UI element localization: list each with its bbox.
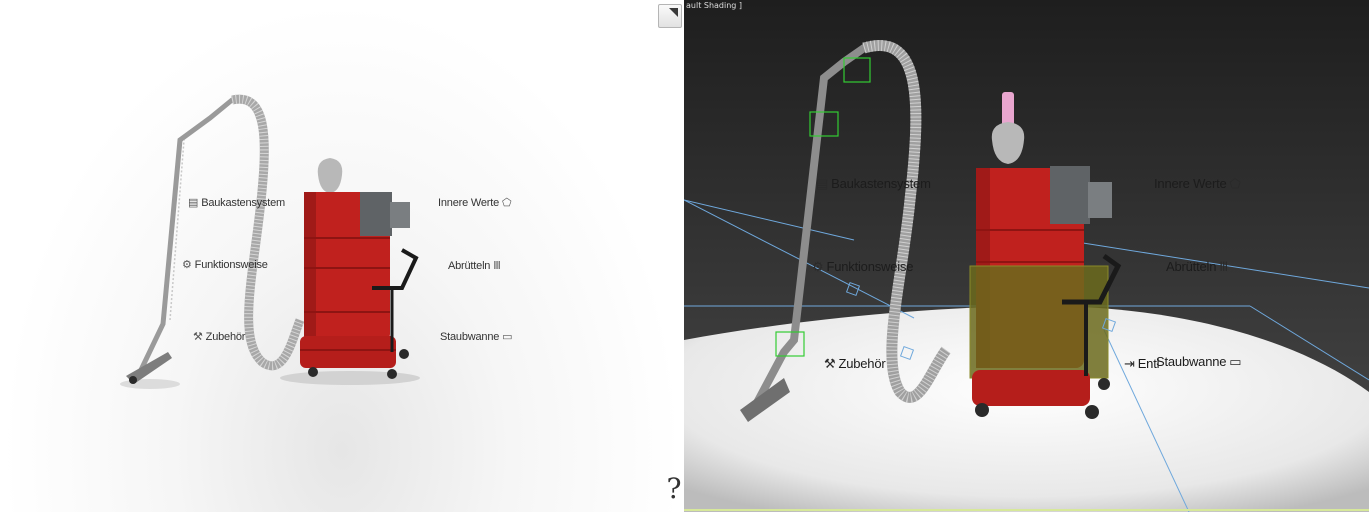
hotspot-baukastensystem[interactable]: ▤ Baukastensystem <box>816 176 931 191</box>
viewport-toggle-button[interactable] <box>658 4 682 28</box>
hotspot-entleeren[interactable]: ⇥ Entl <box>1124 356 1160 371</box>
hotspot-funktionsweise[interactable]: ⚙ Funktionsweise <box>182 259 268 271</box>
hotspot-innere-werte[interactable]: Innere Werte ⬠ <box>1154 176 1241 191</box>
hotspot-label: Baukastensystem <box>201 197 286 209</box>
pentagon-icon: ⬠ <box>501 196 512 209</box>
hotspot-staubwanne[interactable]: Staubwanne ▭ <box>1156 354 1242 369</box>
hotspot-label: Funktionsweise <box>194 259 268 271</box>
question-mark-icon: ? <box>666 472 682 505</box>
hotspot-abruetteln[interactable]: Abrütteln Ⅲ <box>448 260 501 272</box>
left-viewport[interactable]: ▤ Baukastensystem ⚙ Funktionsweise ⚒ Zub… <box>0 0 684 512</box>
empty-icon: ⇥ <box>1124 356 1135 371</box>
help-button[interactable]: ? <box>664 474 684 504</box>
shaker-icon: Ⅲ <box>1219 259 1228 274</box>
hotspot-abruetteln[interactable]: Abrütteln Ⅲ <box>1166 259 1228 274</box>
hotspot-funktionsweise[interactable]: ⚙ Funktionsweise <box>812 259 913 274</box>
hotspot-zubehoer[interactable]: ⚒ Zubehör <box>193 331 245 343</box>
gears-icon: ⚙ <box>812 259 824 274</box>
viewport-shading-title: ault Shading ] <box>686 1 743 10</box>
pentagon-icon: ⬠ <box>1229 176 1241 191</box>
hotspot-innere-werte[interactable]: Innere Werte ⬠ <box>438 196 512 209</box>
tray-icon: ▭ <box>1229 354 1242 369</box>
hotspot-label: Abrütteln <box>1166 259 1217 274</box>
corner-arrow-icon <box>669 8 678 17</box>
hotspot-label: Staubwanne <box>1156 354 1227 369</box>
hotspot-label: Innere Werte <box>1154 176 1227 191</box>
hotspot-staubwanne[interactable]: Staubwanne ▭ <box>440 330 513 343</box>
building-blocks-icon: ▤ <box>188 196 199 209</box>
editor-viewport[interactable]: ault Shading ] ▤ Baukastensystem ⚙ Funkt… <box>684 0 1369 512</box>
gears-icon: ⚙ <box>182 258 192 271</box>
hotspot-label: Funktionsweise <box>826 259 914 274</box>
hotspot-baukastensystem[interactable]: ▤ Baukastensystem <box>188 197 285 209</box>
shaker-icon: Ⅲ <box>493 259 501 272</box>
hotspot-label: Abrütteln <box>448 260 491 272</box>
hotspot-label: Baukastensystem <box>831 176 931 191</box>
editor-scene-render <box>684 0 1369 512</box>
hotspot-label: Zubehör <box>205 331 246 343</box>
hotspot-label: Innere Werte <box>438 197 499 209</box>
tools-icon: ⚒ <box>824 356 836 371</box>
tray-icon: ▭ <box>502 330 513 343</box>
tools-icon: ⚒ <box>193 330 203 343</box>
building-blocks-icon: ▤ <box>816 176 829 191</box>
hotspot-label: Staubwanne <box>440 331 500 343</box>
vacuum-model-render <box>120 94 420 389</box>
hotspot-label: Zubehör <box>838 356 886 371</box>
hotspot-zubehoer[interactable]: ⚒ Zubehör <box>824 356 886 371</box>
